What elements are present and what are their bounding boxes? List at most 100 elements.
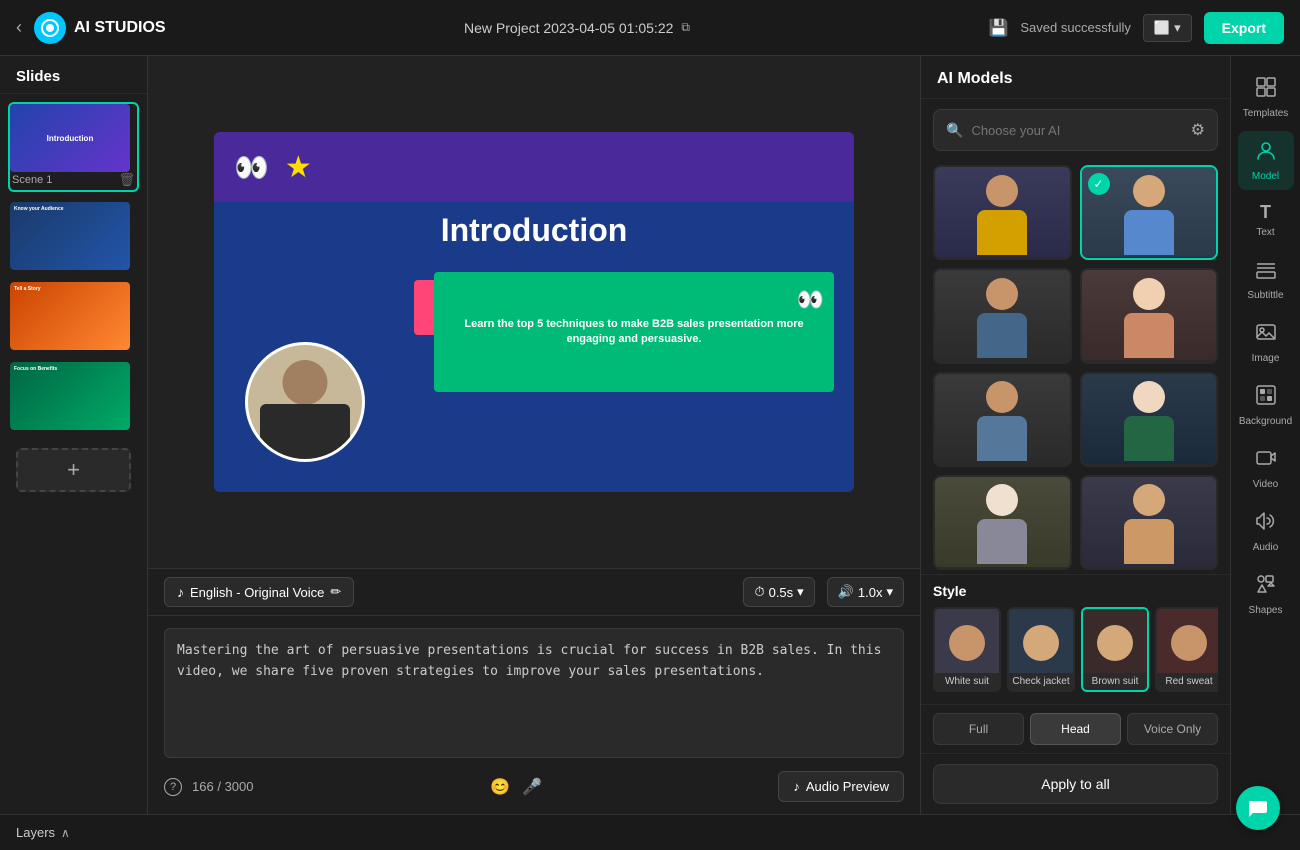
toolbar-image[interactable]: Image <box>1238 313 1294 372</box>
style-section: Style White suit Check jacket <box>921 574 1230 704</box>
slide-thumb-4: Focus on Benefits <box>10 362 130 430</box>
style-white-suit[interactable]: White suit <box>933 607 1001 692</box>
jonathan-silhouette <box>967 273 1037 358</box>
help-icon[interactable]: ? <box>164 778 182 796</box>
style-head-2 <box>1023 625 1059 661</box>
filter-icon[interactable]: ⚙ <box>1191 120 1205 140</box>
layers-chevron[interactable]: ∧ <box>61 826 70 840</box>
eyes-decoration: 👀 <box>234 151 269 184</box>
chat-bubble[interactable] <box>1236 786 1280 830</box>
microphone-button[interactable]: 🎤 <box>522 777 542 797</box>
model-card-haylyn[interactable]: haylyn (Teacher) <box>1080 372 1219 467</box>
script-textarea[interactable] <box>164 628 904 758</box>
daniel-head <box>1133 175 1165 207</box>
export-button[interactable]: Export <box>1204 12 1284 44</box>
search-input[interactable] <box>971 123 1182 138</box>
logo-icon <box>34 12 66 44</box>
add-slide-button[interactable]: + <box>16 448 131 492</box>
position-voice-only[interactable]: Voice Only <box>1127 713 1218 745</box>
ruby-head <box>986 484 1018 516</box>
text-label: Text <box>1256 227 1274 238</box>
templates-icon <box>1255 76 1277 104</box>
toolbar-audio[interactable]: Audio <box>1238 502 1294 561</box>
daniel-body <box>1124 210 1174 255</box>
text-bottom-left: ? 166 / 3000 <box>164 778 253 796</box>
speed-chevron: ▾ <box>886 584 893 600</box>
style-check-jacket[interactable]: Check jacket <box>1007 607 1075 692</box>
model-card-jonathan[interactable]: Jonathan(Full) (Consultant) <box>933 268 1072 363</box>
haylyn-head <box>1133 381 1165 413</box>
toolbar-model[interactable]: Model <box>1238 131 1294 190</box>
slide-thumb-2: Know your Audience <box>10 202 130 270</box>
slide-item-1[interactable]: Introduction Scene 1 🗑 <box>8 102 139 192</box>
voice-label: English - Original Voice <box>190 585 324 600</box>
slide-thumb-1: Introduction <box>10 104 130 172</box>
daniel-check: ✓ <box>1088 173 1110 195</box>
apply-to-all-button[interactable]: Apply to all <box>933 764 1218 804</box>
style-head-3 <box>1097 625 1133 661</box>
audio-preview-button[interactable]: ♪ Audio Preview <box>778 771 904 802</box>
ruby-silhouette <box>967 479 1037 564</box>
slide-item-2[interactable]: Know your Audience <box>8 200 139 272</box>
paige-silhouette <box>1114 273 1184 358</box>
saved-label: Saved successfully <box>1020 20 1131 35</box>
style-header: Style <box>933 583 1218 599</box>
logo-text: AI STUDIOS <box>74 19 166 37</box>
speed-button[interactable]: 🔊 1.0x ▾ <box>827 577 904 607</box>
audio-preview-label: Audio Preview <box>806 779 889 794</box>
model-card-dom[interactable]: Dom <box>933 372 1072 467</box>
style-name-check: Check jacket <box>1009 673 1073 690</box>
char-count: 166 / 3000 <box>192 779 253 794</box>
toolbar-text[interactable]: T Text <box>1238 194 1294 246</box>
audio-preview-icon: ♪ <box>793 779 800 794</box>
style-grid: White suit Check jacket Brown suit <box>933 607 1218 696</box>
model-thumb-haylyn <box>1082 374 1217 464</box>
avatar-circle <box>245 342 365 462</box>
slide-green-text: Learn the top 5 techniques to make B2B s… <box>446 317 822 348</box>
haylyn-silhouette <box>1114 376 1184 461</box>
position-head[interactable]: Head <box>1030 713 1121 745</box>
apply-section: Apply to all <box>921 753 1230 814</box>
far-right-toolbar: Templates Model T Text Subtittle Image <box>1230 56 1300 814</box>
model-card-paris[interactable]: Paris (Announcer) <box>933 165 1072 260</box>
cristina-name: cristina (Teacher) <box>1082 567 1217 570</box>
model-card-daniel[interactable]: ✓ Daniel (Announcer) <box>1080 165 1219 260</box>
model-card-ruby[interactable]: Ruby (Consultant) <box>933 475 1072 570</box>
jonathan-head <box>986 278 1018 310</box>
background-icon <box>1255 384 1277 412</box>
slide-green-box: Learn the top 5 techniques to make B2B s… <box>434 272 834 392</box>
ruby-body <box>977 519 1027 564</box>
slide-1-delete[interactable]: 🗑 <box>118 172 135 188</box>
external-link-icon[interactable]: ⧉ <box>681 20 690 35</box>
toolbar-video[interactable]: Video <box>1238 439 1294 498</box>
toolbar-background[interactable]: Background <box>1238 376 1294 435</box>
text-bottom: ? 166 / 3000 😊 🎤 ♪ Audio Preview <box>164 763 904 802</box>
timing-button[interactable]: ⏱ 0.5s ▾ <box>743 577 814 607</box>
slide-thumb-3: Tell a Story <box>10 282 130 350</box>
ruby-name: Ruby (Consultant) <box>935 567 1070 570</box>
project-title: New Project 2023-04-05 01:05:22 <box>464 20 673 36</box>
background-label: Background <box>1239 416 1292 427</box>
models-grid: Paris (Announcer) ✓ Daniel (Announcer) <box>921 161 1230 574</box>
voice-edit-icon: ✏ <box>330 584 341 600</box>
model-card-cristina[interactable]: cristina (Teacher) <box>1080 475 1219 570</box>
slide-item-4[interactable]: Focus on Benefits <box>8 360 139 432</box>
model-card-paige[interactable]: Paige <box>1080 268 1219 363</box>
model-label: Model <box>1252 171 1279 182</box>
style-red-sweat[interactable]: Red sweat <box>1155 607 1218 692</box>
back-button[interactable]: ‹ <box>16 17 22 38</box>
cristina-body <box>1124 519 1174 564</box>
position-buttons: Full Head Voice Only <box>933 713 1218 745</box>
layout-button[interactable]: ⬜ ▾ <box>1143 14 1192 42</box>
emoji-button[interactable]: 😊 <box>490 777 510 797</box>
toolbar-templates[interactable]: Templates <box>1238 68 1294 127</box>
char-count-value: 166 <box>192 779 214 794</box>
position-full[interactable]: Full <box>933 713 1024 745</box>
style-brown-suit[interactable]: Brown suit <box>1081 607 1149 692</box>
voice-selector[interactable]: ♪ English - Original Voice ✏ <box>164 577 354 607</box>
toolbar-shapes[interactable]: Shapes <box>1238 565 1294 624</box>
slide-item-3[interactable]: Tell a Story <box>8 280 139 352</box>
slide-2-inner: Know your Audience <box>14 206 126 212</box>
toolbar-subtitle[interactable]: Subtittle <box>1238 250 1294 309</box>
style-thumb-red <box>1157 609 1218 673</box>
